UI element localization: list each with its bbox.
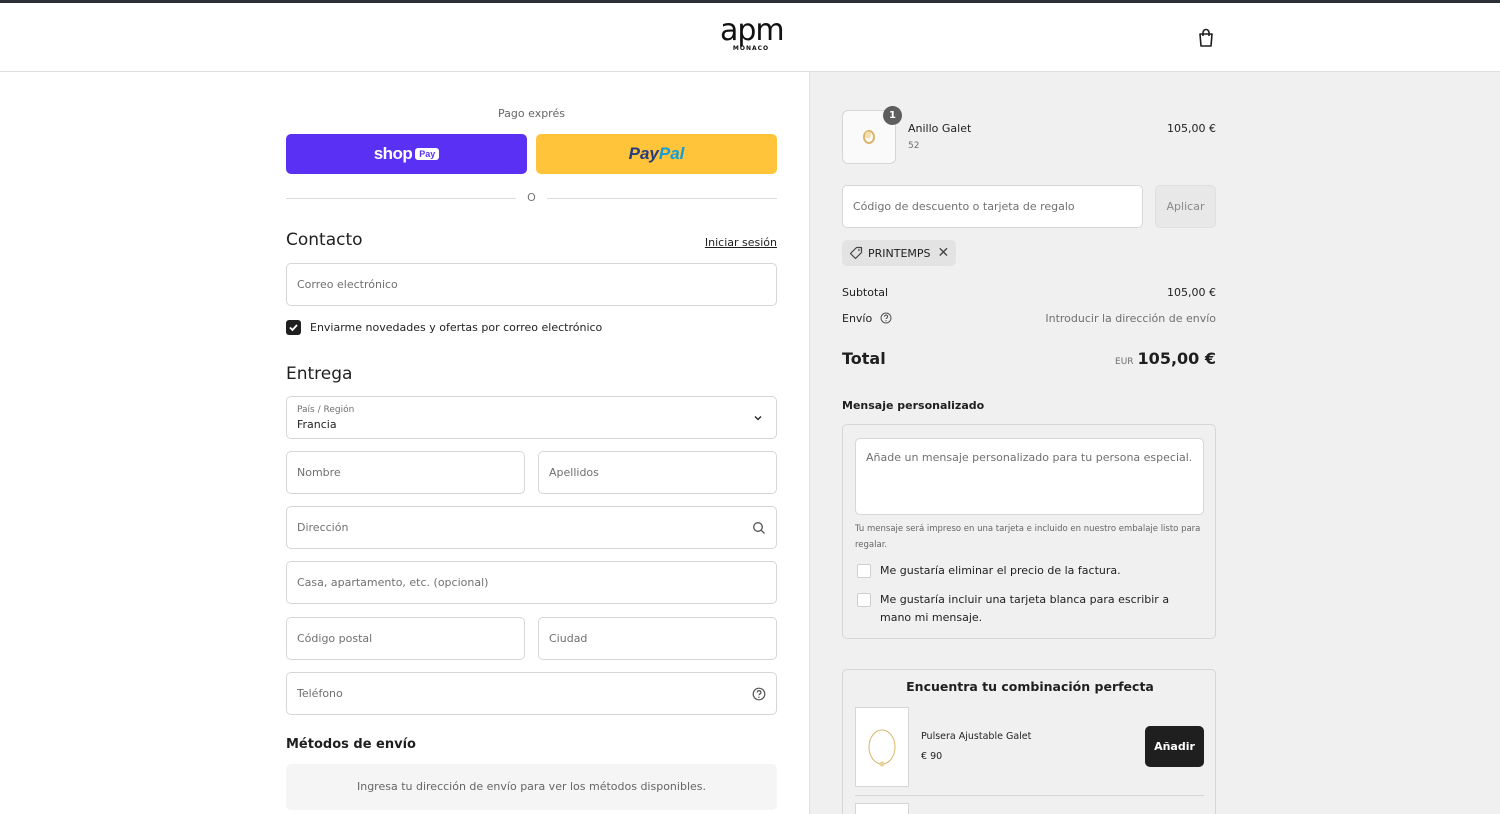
upsell-product-thumbnail[interactable] bbox=[855, 707, 909, 787]
add-upsell-button[interactable]: Añadir bbox=[1145, 726, 1204, 767]
upsell-product-price: € 90 bbox=[921, 751, 943, 762]
shop-pay-badge: Pay bbox=[415, 148, 440, 160]
logo-main-text: apm bbox=[720, 13, 785, 48]
shopping-bag-icon bbox=[1199, 28, 1213, 47]
custom-message-note: Tu mensaje será impreso en una tarjeta e… bbox=[855, 524, 1201, 550]
upsell-divider bbox=[855, 795, 1204, 796]
postal-code-input[interactable] bbox=[287, 618, 524, 659]
newsletter-label: Enviarme novedades y ofertas por correo … bbox=[310, 321, 603, 334]
shipping-row: Envío Introducir la dirección de envío bbox=[842, 312, 1216, 325]
upsell-product-thumbnail[interactable] bbox=[855, 803, 909, 814]
newsletter-checkbox[interactable] bbox=[286, 320, 301, 335]
address-input[interactable] bbox=[287, 507, 776, 548]
quantity-badge: 1 bbox=[883, 106, 902, 125]
address-field[interactable] bbox=[286, 506, 777, 549]
upsell-box: Encuentra tu combinación perfecta Pulser… bbox=[842, 669, 1216, 814]
header: apm MONACO bbox=[0, 3, 1500, 72]
first-name-field[interactable] bbox=[286, 451, 525, 494]
last-name-input[interactable] bbox=[539, 452, 776, 493]
check-icon bbox=[289, 324, 298, 332]
first-name-input[interactable] bbox=[287, 452, 524, 493]
or-divider: O bbox=[286, 190, 777, 206]
express-checkout-title: Pago exprés bbox=[498, 107, 565, 120]
shipping-label: Envío bbox=[842, 312, 873, 325]
product-name: Anillo Galet bbox=[908, 122, 972, 135]
newsletter-option[interactable]: Enviarme novedades y ofertas por correo … bbox=[286, 320, 602, 335]
tag-icon bbox=[849, 246, 863, 260]
help-circle-icon[interactable] bbox=[752, 687, 766, 701]
custom-message-title: Mensaje personalizado bbox=[842, 399, 985, 412]
blank-card-checkbox[interactable] bbox=[857, 593, 871, 607]
subtotal-value: 105,00 € bbox=[1167, 286, 1216, 299]
discount-field[interactable] bbox=[842, 185, 1143, 228]
apartment-input[interactable] bbox=[287, 562, 776, 603]
currency-code: EUR bbox=[1115, 357, 1134, 367]
postal-code-field[interactable] bbox=[286, 617, 525, 660]
or-label: O bbox=[527, 191, 536, 204]
help-circle-icon[interactable] bbox=[880, 312, 892, 324]
apartment-field[interactable] bbox=[286, 561, 777, 604]
shipping-methods-title: Métodos de envío bbox=[286, 737, 416, 752]
apply-discount-button[interactable]: Aplicar bbox=[1155, 185, 1216, 228]
delivery-title: Entrega bbox=[286, 364, 353, 384]
product-variant: 52 bbox=[908, 141, 920, 151]
paypal-button[interactable]: Pay Pal bbox=[536, 134, 777, 174]
blank-card-option[interactable]: Me gustaría incluir una tarjeta blanca p… bbox=[857, 591, 1202, 627]
cart-button[interactable] bbox=[1195, 27, 1217, 49]
subtotal-row: Subtotal 105,00 € bbox=[842, 286, 1216, 299]
search-icon bbox=[753, 522, 765, 534]
phone-field[interactable] bbox=[286, 672, 777, 715]
paypal-wordmark-part1: Pay bbox=[628, 144, 659, 163]
shop-pay-wordmark: shop bbox=[373, 144, 413, 163]
blank-card-label: Me gustaría incluir una tarjeta blanca p… bbox=[880, 593, 1170, 624]
bracelet-product-image bbox=[868, 729, 896, 767]
total-value: 105,00 € bbox=[1137, 349, 1216, 368]
shipping-value: Introducir la dirección de envío bbox=[1045, 312, 1216, 325]
upsell-product-name[interactable]: Pulsera Ajustable Galet bbox=[921, 731, 1031, 742]
custom-message-box: Tu mensaje será impreso en una tarjeta e… bbox=[842, 424, 1216, 639]
remove-price-checkbox[interactable] bbox=[857, 564, 871, 578]
country-value: Francia bbox=[297, 418, 337, 431]
brand-logo[interactable]: apm MONACO bbox=[720, 13, 785, 53]
paypal-wordmark-part2: Pal bbox=[658, 144, 685, 163]
city-input[interactable] bbox=[539, 618, 776, 659]
login-link[interactable]: Iniciar sesión bbox=[705, 236, 777, 249]
last-name-field[interactable] bbox=[538, 451, 777, 494]
email-field[interactable] bbox=[286, 263, 777, 306]
remove-price-option[interactable]: Me gustaría eliminar el precio de la fac… bbox=[857, 562, 1202, 580]
shop-pay-button[interactable]: shop Pay bbox=[286, 134, 527, 174]
contact-title: Contacto bbox=[286, 230, 363, 250]
product-price: 105,00 € bbox=[1167, 122, 1216, 135]
country-select[interactable]: País / Región Francia bbox=[286, 396, 777, 439]
applied-discount-chip: PRINTEMPS ✕ bbox=[842, 240, 957, 266]
discount-code: PRINTEMPS bbox=[868, 246, 931, 260]
remove-discount-icon[interactable]: ✕ bbox=[938, 245, 950, 261]
phone-input[interactable] bbox=[287, 673, 776, 714]
chevron-down-icon bbox=[754, 416, 762, 421]
country-label: País / Región bbox=[297, 405, 355, 415]
discount-input[interactable] bbox=[843, 186, 1142, 227]
total-row: Total EUR 105,00 € bbox=[842, 349, 1216, 368]
total-label: Total bbox=[842, 349, 886, 368]
upsell-title: Encuentra tu combinación perfecta bbox=[906, 679, 1154, 694]
remove-price-label: Me gustaría eliminar el precio de la fac… bbox=[880, 564, 1121, 577]
city-field[interactable] bbox=[538, 617, 777, 660]
subtotal-label: Subtotal bbox=[842, 286, 889, 299]
email-input[interactable] bbox=[287, 264, 776, 305]
custom-message-textarea[interactable] bbox=[855, 438, 1204, 515]
shipping-methods-empty: Ingresa tu dirección de envío para ver l… bbox=[286, 764, 777, 810]
